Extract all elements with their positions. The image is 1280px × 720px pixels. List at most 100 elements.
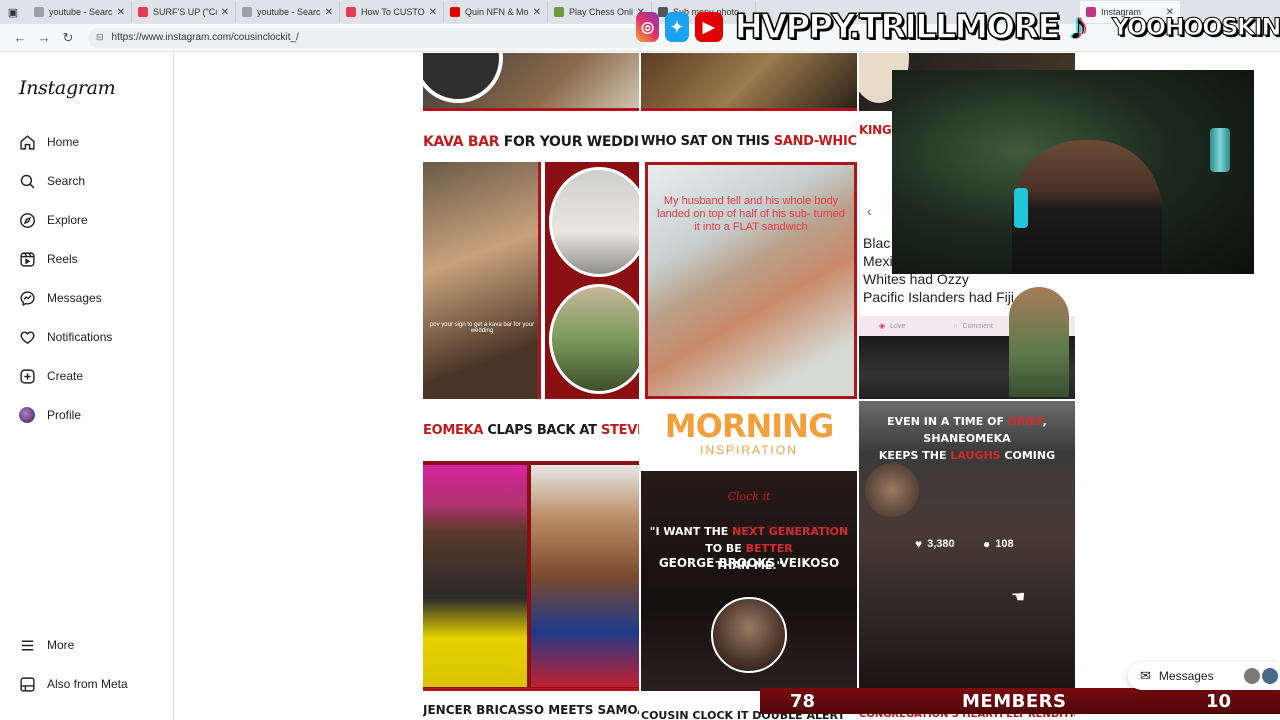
heart-filled-icon: ♥ [915, 537, 923, 551]
post-image [531, 465, 639, 687]
avatar [19, 407, 35, 423]
instagram-icon: ◎ [636, 12, 660, 42]
site-info-icon[interactable]: ⊟ [96, 32, 104, 43]
close-tab-icon[interactable]: ✕ [221, 7, 229, 18]
streamer-handle: HVPPY.TRILLMORE [734, 6, 1062, 48]
sidebar-item-label: Profile [47, 408, 82, 422]
members-bar: 78 MEMBERS 10 [760, 688, 1280, 714]
webcam-can [1210, 128, 1230, 172]
post-author: GEORGE BROOKS VEIKOSO [658, 556, 840, 570]
browser-tab[interactable]: Quin NFN & Mo ✕ [444, 1, 548, 23]
browser-tab[interactable]: youtube - Search ✕ [236, 1, 340, 23]
sidebar-item-label: Reels [47, 252, 78, 266]
post-image [1009, 287, 1069, 397]
post-title: JENCER BRICASSO MEETS SAMOA'S VIL [423, 703, 639, 717]
mouse-cursor-icon: ☚ [1011, 589, 1026, 606]
messages-pill[interactable]: ✉ Messages [1128, 662, 1280, 690]
tiktok-icon: ♪ [1068, 5, 1088, 48]
twitter-icon: ✦ [665, 12, 689, 42]
sidebar-item-label: Create [47, 369, 84, 383]
sidebar-item-label: Home [47, 135, 80, 149]
tab-favicon [346, 7, 356, 17]
post-tile[interactable]: KAVA BAR FOR YOUR WEDDING pov your sign … [423, 117, 639, 399]
post-title-highlight: EOMEKA [423, 423, 484, 438]
post-title: FOR YOUR WEDDING [503, 134, 639, 150]
post-tile[interactable]: MORNING INSPIRATION Clock it "I WANT THE… [641, 401, 857, 691]
post-image [423, 465, 527, 687]
tab-favicon [554, 7, 564, 17]
post-tile[interactable]: EVEN IN A TIME OF GRIEF, SHANEOMEKA KEEP… [859, 401, 1075, 691]
comment-bubble-icon: ● [983, 537, 991, 551]
members-count-right: 10 [1206, 690, 1232, 712]
like-count: ♥ 3,380 [915, 537, 955, 551]
instagram-sidebar: Instagram Home Search Explore Reels Mess… [0, 53, 174, 720]
home-icon [18, 133, 36, 151]
post-title-highlight: KAVA BAR [423, 134, 500, 150]
url-text: https://www.instagram.com/cousinclockit_… [111, 32, 299, 43]
love-icon: ◉ [879, 323, 886, 330]
post-tile[interactable] [641, 53, 857, 111]
close-tab-icon[interactable]: ✕ [325, 7, 333, 18]
sidebar-item-create[interactable]: Create [18, 361, 83, 391]
url-input[interactable]: ⊟ https://www.instagram.com/cousinclocki… [88, 27, 648, 48]
youtube-icon: ▶ [694, 12, 723, 42]
browser-tab[interactable]: SURF'S UP ("Cod✕ [132, 1, 236, 23]
reels-icon [18, 250, 36, 268]
back-icon[interactable]: ← [8, 30, 32, 45]
post-tile[interactable]: EOMEKA CLAPS BACK AT STEVEN SE [423, 401, 639, 691]
browser-tab[interactable]: youtube - Search ✕ [28, 1, 132, 23]
post-subtitle: INSPIRATION [700, 443, 798, 457]
chevron-left-icon[interactable]: ‹ [867, 203, 872, 219]
instagram-logo[interactable]: Instagram [19, 77, 116, 99]
post-title: MORNING [664, 407, 834, 445]
sidebar-item-label: More [47, 638, 75, 652]
post-title: EVEN IN A TIME OF GRIEF, SHANEOMEKA KEEP… [878, 415, 1056, 462]
sidebar-item-also-from-meta[interactable]: Also from Meta [18, 669, 128, 699]
post-image [423, 162, 541, 399]
sidebar-item-messages[interactable]: Messages [18, 283, 102, 313]
sidebar-item-notifications[interactable]: Notifications [18, 322, 112, 352]
sidebar-item-search[interactable]: Search [18, 166, 85, 196]
compass-icon [18, 211, 36, 229]
browser-tab[interactable]: How To CUSTOM✕ [340, 1, 444, 23]
post-title: CLAPS BACK AT [483, 423, 601, 438]
sidebar-item-profile[interactable]: Profile [18, 400, 81, 430]
post-image [549, 284, 639, 394]
window-menu-icon[interactable]: ▣ [4, 3, 22, 21]
plus-square-icon [18, 367, 36, 385]
post-image [423, 53, 503, 103]
members-count-left: 78 [790, 690, 816, 712]
streamer-handle-secondary: YOOHOOSKIN [1111, 13, 1280, 42]
close-tab-icon[interactable]: ✕ [533, 7, 541, 18]
messenger-icon [18, 289, 36, 307]
post-title: WHO SAT ON THIS [641, 134, 774, 149]
sidebar-item-home[interactable]: Home [18, 127, 79, 157]
stream-social-overlay: ◎ ✦ ▶ HVPPY.TRILLMORE ♪ YOOHOOSKIN [636, 4, 1280, 50]
close-tab-icon[interactable]: ✕ [117, 7, 125, 18]
comment-count: ● 108 [983, 537, 1014, 551]
post-tile[interactable]: WHO SAT ON THIS SAND-WHICH ? My husband … [641, 117, 857, 399]
heart-icon [18, 328, 36, 346]
sidebar-item-label: Search [47, 174, 86, 188]
sidebar-item-more[interactable]: More [18, 630, 74, 660]
avatar [1261, 668, 1278, 684]
close-tab-icon[interactable]: ✕ [429, 7, 437, 18]
forward-icon[interactable]: → [32, 30, 56, 45]
members-label: MEMBERS [962, 690, 1067, 712]
sidebar-item-reels[interactable]: Reels [18, 244, 78, 274]
tab-favicon [34, 7, 44, 17]
messages-pill-label: Messages [1158, 669, 1214, 683]
post-caption: pov your sign to get a kava bar for your… [429, 322, 535, 334]
sidebar-item-explore[interactable]: Explore [18, 205, 88, 235]
post-title-highlight: SAND-WHICH [773, 134, 857, 149]
sidebar-item-label: Also from Meta [47, 677, 128, 691]
webcam-person [1012, 140, 1162, 274]
menu-icon [18, 636, 36, 654]
post-image [549, 167, 639, 277]
search-icon [18, 172, 36, 190]
reload-icon[interactable]: ↻ [56, 30, 80, 46]
post-tile[interactable] [423, 53, 639, 111]
tab-favicon [138, 7, 148, 17]
tab-favicon [242, 7, 252, 17]
sidebar-item-label: Explore [47, 213, 88, 227]
